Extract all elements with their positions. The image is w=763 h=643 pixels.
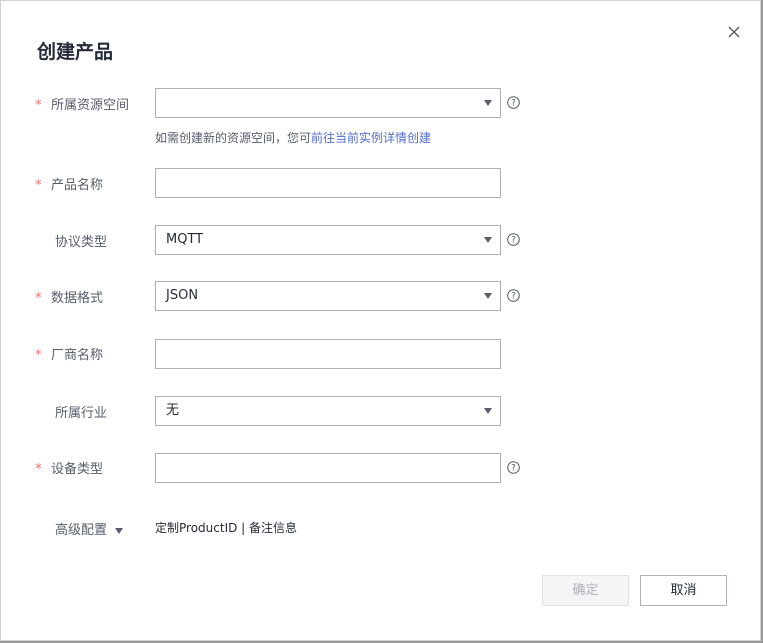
- chevron-down-icon: [484, 237, 492, 243]
- svg-text:?: ?: [511, 292, 516, 302]
- industry-label: 所属行业: [55, 406, 108, 421]
- triangle-down-icon: [115, 527, 124, 534]
- create-product-dialog: 创建产品 * 所属资源空间 ? 如需创建新的资源空间，您可前往当前实例详情创建 *…: [0, 0, 761, 641]
- industry-value: 无: [166, 403, 180, 418]
- industry-select[interactable]: 无: [155, 396, 501, 426]
- data-format-value: JSON: [166, 288, 199, 303]
- help-icon[interactable]: ?: [507, 461, 520, 474]
- advanced-config-toggle[interactable]: 高级配置: [55, 519, 124, 538]
- required-mark: *: [35, 291, 42, 306]
- device-type-label: * 设备类型: [35, 462, 104, 477]
- create-resource-space-link[interactable]: 前往当前实例详情创建: [311, 131, 431, 145]
- data-format-label: * 数据格式: [35, 291, 104, 306]
- product-name-label: * 产品名称: [35, 178, 104, 193]
- protocol-value: MQTT: [166, 232, 204, 247]
- protocol-select[interactable]: MQTT: [155, 225, 501, 255]
- help-icon[interactable]: ?: [507, 96, 520, 109]
- product-name-input[interactable]: [155, 168, 501, 198]
- svg-text:?: ?: [511, 99, 516, 109]
- required-mark: *: [35, 348, 42, 363]
- vendor-name-label: * 厂商名称: [35, 348, 104, 363]
- chevron-down-icon: [484, 293, 492, 299]
- device-type-input[interactable]: [155, 453, 501, 483]
- svg-text:?: ?: [511, 236, 516, 246]
- resource-space-label: * 所属资源空间: [35, 98, 130, 113]
- resource-space-select[interactable]: [155, 88, 501, 118]
- chevron-down-icon: [484, 100, 492, 106]
- help-icon[interactable]: ?: [507, 289, 520, 302]
- required-mark: *: [35, 98, 42, 113]
- advanced-config-summary: 定制ProductID | 备注信息: [155, 521, 298, 535]
- vendor-name-input[interactable]: [155, 339, 501, 369]
- cancel-button[interactable]: 取消: [640, 575, 727, 606]
- protocol-label: 协议类型: [55, 235, 108, 250]
- dialog-title: 创建产品: [37, 41, 114, 63]
- required-mark: *: [35, 178, 42, 193]
- help-icon[interactable]: ?: [507, 233, 520, 246]
- confirm-button[interactable]: 确定: [542, 575, 629, 606]
- resource-space-hint: 如需创建新的资源空间，您可前往当前实例详情创建: [155, 131, 432, 145]
- required-mark: *: [35, 462, 42, 477]
- data-format-select[interactable]: JSON: [155, 281, 501, 311]
- svg-text:?: ?: [511, 464, 516, 474]
- close-icon[interactable]: [725, 23, 743, 41]
- chevron-down-icon: [484, 408, 492, 414]
